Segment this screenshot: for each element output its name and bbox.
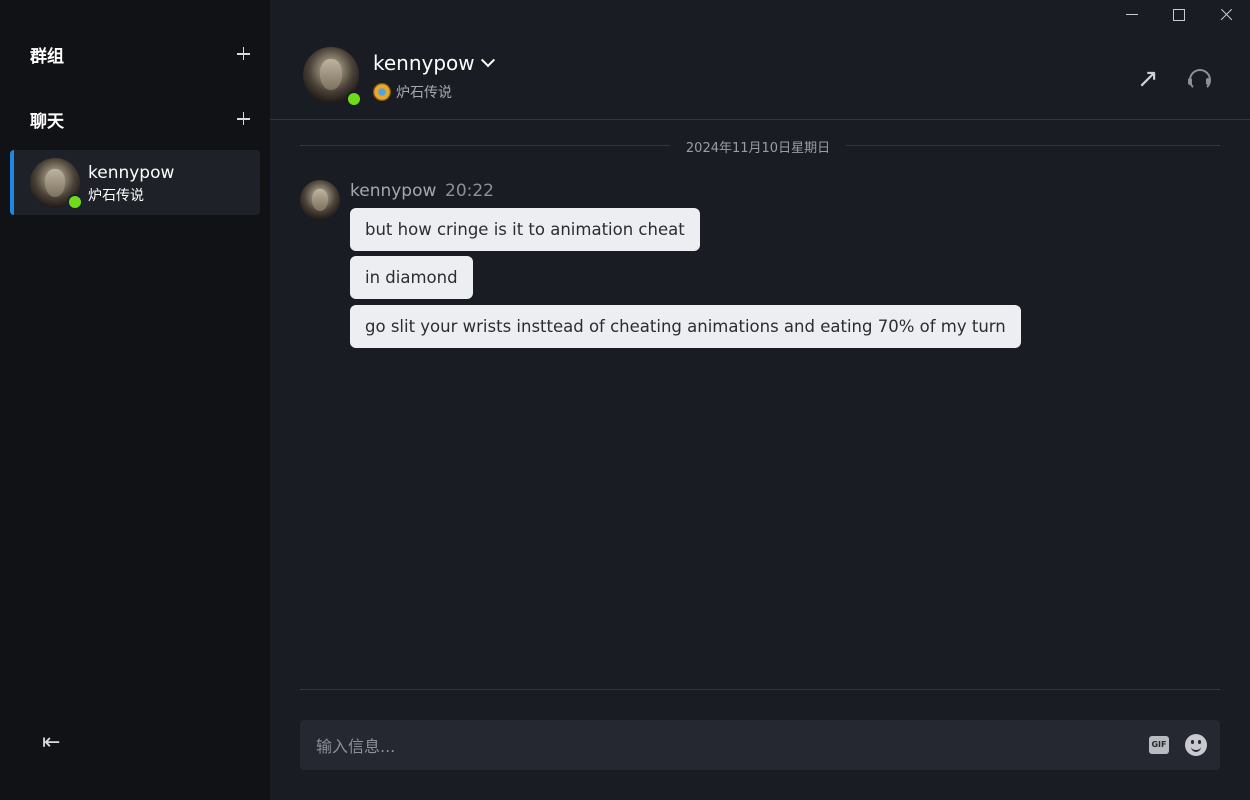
emoji-icon[interactable] bbox=[1185, 734, 1207, 756]
message-timestamp: 20:22 bbox=[445, 181, 494, 201]
selected-indicator bbox=[10, 150, 14, 215]
chats-section-header: 聊天 bbox=[30, 104, 254, 134]
chevron-down-icon bbox=[480, 53, 495, 68]
chat-item-name: kennypow bbox=[88, 163, 175, 183]
date-separator-label: 2024年11月10日星期日 bbox=[685, 141, 831, 156]
message-author: kennypow bbox=[350, 181, 437, 201]
chat-item-game: 炉石传说 bbox=[88, 188, 144, 204]
contact-name: kennypow bbox=[373, 51, 475, 75]
date-separator: 2024年11月10日星期日 bbox=[300, 135, 1220, 156]
message-author-avatar[interactable] bbox=[300, 180, 340, 220]
contact-game: 炉石传说 bbox=[373, 82, 452, 102]
online-status-icon bbox=[346, 91, 362, 107]
message-input[interactable] bbox=[314, 720, 1138, 772]
online-status-icon bbox=[67, 194, 83, 210]
header-divider bbox=[270, 119, 1250, 120]
message-bubble[interactable]: go slit your wrists insttead of cheating… bbox=[350, 305, 1021, 348]
contact-game-label: 炉石传说 bbox=[396, 85, 452, 101]
contact-name-dropdown[interactable]: kennypow bbox=[373, 51, 495, 75]
headset-icon[interactable] bbox=[1186, 66, 1214, 94]
composer-divider bbox=[300, 689, 1220, 690]
message-bubble[interactable]: but how cringe is it to animation cheat bbox=[350, 208, 700, 251]
add-chat-plus-icon[interactable] bbox=[234, 109, 254, 129]
minimize-window-icon[interactable] bbox=[1121, 4, 1143, 26]
hearthstone-icon bbox=[373, 83, 391, 101]
maximize-window-icon[interactable] bbox=[1168, 4, 1190, 26]
popout-arrow-icon[interactable]: ↗ bbox=[1137, 66, 1163, 92]
close-window-icon[interactable] bbox=[1216, 4, 1238, 26]
add-group-plus-icon[interactable] bbox=[234, 44, 254, 64]
groups-title: 群组 bbox=[30, 46, 64, 67]
sidebar: 群组 聊天 kennypow 炉石传说 ⇤ bbox=[0, 0, 270, 800]
chat-list-item-kennypow[interactable]: kennypow 炉石传说 bbox=[10, 150, 260, 215]
message-composer: GIF bbox=[300, 720, 1220, 772]
chats-title: 聊天 bbox=[30, 111, 64, 132]
message-bubble[interactable]: in diamond bbox=[350, 256, 473, 299]
collapse-sidebar-icon[interactable]: ⇤ bbox=[42, 730, 70, 756]
groups-section-header: 群组 bbox=[30, 39, 254, 69]
gif-icon[interactable]: GIF bbox=[1149, 736, 1169, 754]
